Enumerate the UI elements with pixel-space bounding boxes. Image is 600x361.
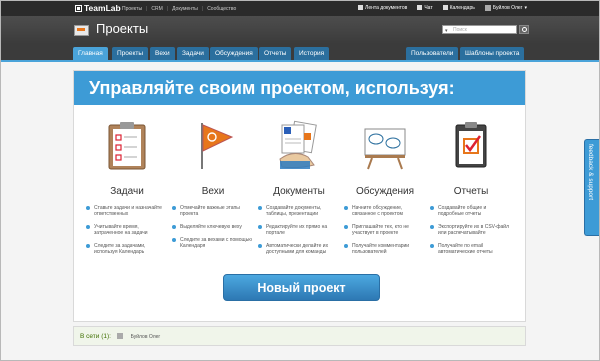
feature-tasks: Задачи Ставьте задачи и назначайте ответ… <box>86 119 168 262</box>
documents-icon <box>279 120 317 169</box>
feature-reports: Отчеты Создавайте общие и подробные отче… <box>430 119 512 262</box>
search-button[interactable] <box>519 25 529 34</box>
search-scope-icon[interactable]: ▾ <box>445 27 448 35</box>
feature-item: Начните обсуждение, связанное с проектом <box>344 205 426 217</box>
online-users-bar: В сети (1): Буйлов Олег <box>73 326 526 346</box>
feature-documents: Документы Создавайте документы, таблицы,… <box>258 119 340 262</box>
clipboard-icon <box>108 122 146 170</box>
feature-item: Приглашайте тех, кто не участвует в прое… <box>344 224 426 236</box>
feature-item: Получайте по email автоматические отчеты <box>430 243 512 255</box>
search-input[interactable]: ▾ Поиск <box>442 25 517 34</box>
feature-title: Отчеты <box>453 186 489 197</box>
tab-tasks[interactable]: Задачи <box>177 47 209 60</box>
top-nav-links: Проекты | CRM | Документы | Сообщество <box>122 6 237 12</box>
teamlab-logo-icon <box>75 4 82 12</box>
tabs-underline <box>1 60 599 62</box>
chevron-down-icon: ▾ <box>524 5 527 11</box>
feature-item: Получайте комментарии пользователей <box>344 243 426 255</box>
avatar <box>484 5 491 11</box>
calendar-link[interactable]: Календарь <box>442 5 475 11</box>
feature-title: Обсуждения <box>355 186 415 197</box>
feature-item: Редактируйте их прямо на портале <box>258 224 340 236</box>
tab-users[interactable]: Пользователи <box>406 47 459 60</box>
feature-title: Вехи <box>201 186 225 197</box>
feature-item: Ставьте задачи и назначайте ответственны… <box>86 205 168 217</box>
main-panel: Управляйте своим проектом, используя: За… <box>73 70 526 322</box>
title-bar: Проекты ▾ Поиск <box>1 16 599 44</box>
tab-history[interactable]: История <box>294 47 330 60</box>
tab-milestones[interactable]: Вехи <box>150 47 175 60</box>
feature-item: Создавайте общие и подробные отчеты <box>430 205 512 217</box>
feature-item: Учитывайте время, затраченное на задачи <box>86 224 168 236</box>
chat-icon <box>417 5 423 11</box>
tab-reports[interactable]: Отчеты <box>259 47 292 60</box>
feature-item: Автоматически делайте их доступными для … <box>258 243 340 255</box>
feature-title: Задачи <box>110 186 144 197</box>
tab-discussions[interactable]: Обсуждения <box>210 47 258 60</box>
feature-item: Следите за задачами, используя Календарь <box>86 243 168 255</box>
new-project-button[interactable]: Новый проект <box>223 274 380 301</box>
report-check-icon <box>455 122 487 168</box>
docs-feed-link[interactable]: Лента документов <box>358 5 407 11</box>
online-label: В сети (1): <box>80 333 111 340</box>
top-right-links: Лента документов Чат Календарь Буйлов Ол… <box>358 5 527 11</box>
feature-item: Отмечайте важные этапы проекта <box>172 205 254 217</box>
top-bar: TeamLab Проекты | CRM | Документы | Сообщес… <box>1 1 599 16</box>
avatar <box>116 333 123 340</box>
feature-discussions: Обсуждения Начните обсуждение, связанное… <box>344 119 426 262</box>
top-link-documents[interactable]: Документы <box>172 6 198 12</box>
user-menu[interactable]: Буйлов Олег ▾ <box>484 5 527 11</box>
top-link-community[interactable]: Сообщество <box>207 6 236 12</box>
banner-heading: Управляйте своим проектом, используя: <box>74 71 525 105</box>
feature-item: Создавайте документы, таблицы, презентац… <box>258 205 340 217</box>
chat-link[interactable]: Чат <box>417 5 433 11</box>
top-link-crm[interactable]: CRM <box>151 6 162 12</box>
feedback-tab[interactable]: feedback & support <box>584 139 599 236</box>
feature-item: Следите за вехами с помощью Календаря <box>172 237 254 249</box>
feature-title: Документы <box>273 186 325 197</box>
online-user-link[interactable]: Буйлов Олег <box>131 334 161 340</box>
teamlab-logo[interactable]: TeamLab <box>75 3 121 13</box>
discussion-board-icon <box>364 128 406 170</box>
flag-icon <box>201 123 234 169</box>
feature-milestones: Вехи Отмечайте важные этапы проекта Выде… <box>172 119 254 256</box>
tab-projects[interactable]: Проекты <box>112 47 149 60</box>
calendar-icon <box>442 5 448 11</box>
feature-item: Выделяйте ключевую веху <box>172 224 254 230</box>
feedback-label: feedback & support <box>587 144 594 201</box>
logo-text: TeamLab <box>84 3 121 13</box>
feature-item: Экспортируйте их в CSV-файл или распечат… <box>430 224 512 236</box>
tab-home[interactable]: Главная <box>73 47 108 60</box>
tab-project-templates[interactable]: Шаблоны проекта <box>460 47 525 60</box>
top-link-projects[interactable]: Проекты <box>122 6 142 12</box>
page-title: Проекты <box>96 21 149 36</box>
feed-icon <box>358 5 364 11</box>
tabs-bar: Главная Проекты Вехи Задачи Обсуждения О… <box>1 44 599 60</box>
projects-module-icon <box>74 25 89 36</box>
